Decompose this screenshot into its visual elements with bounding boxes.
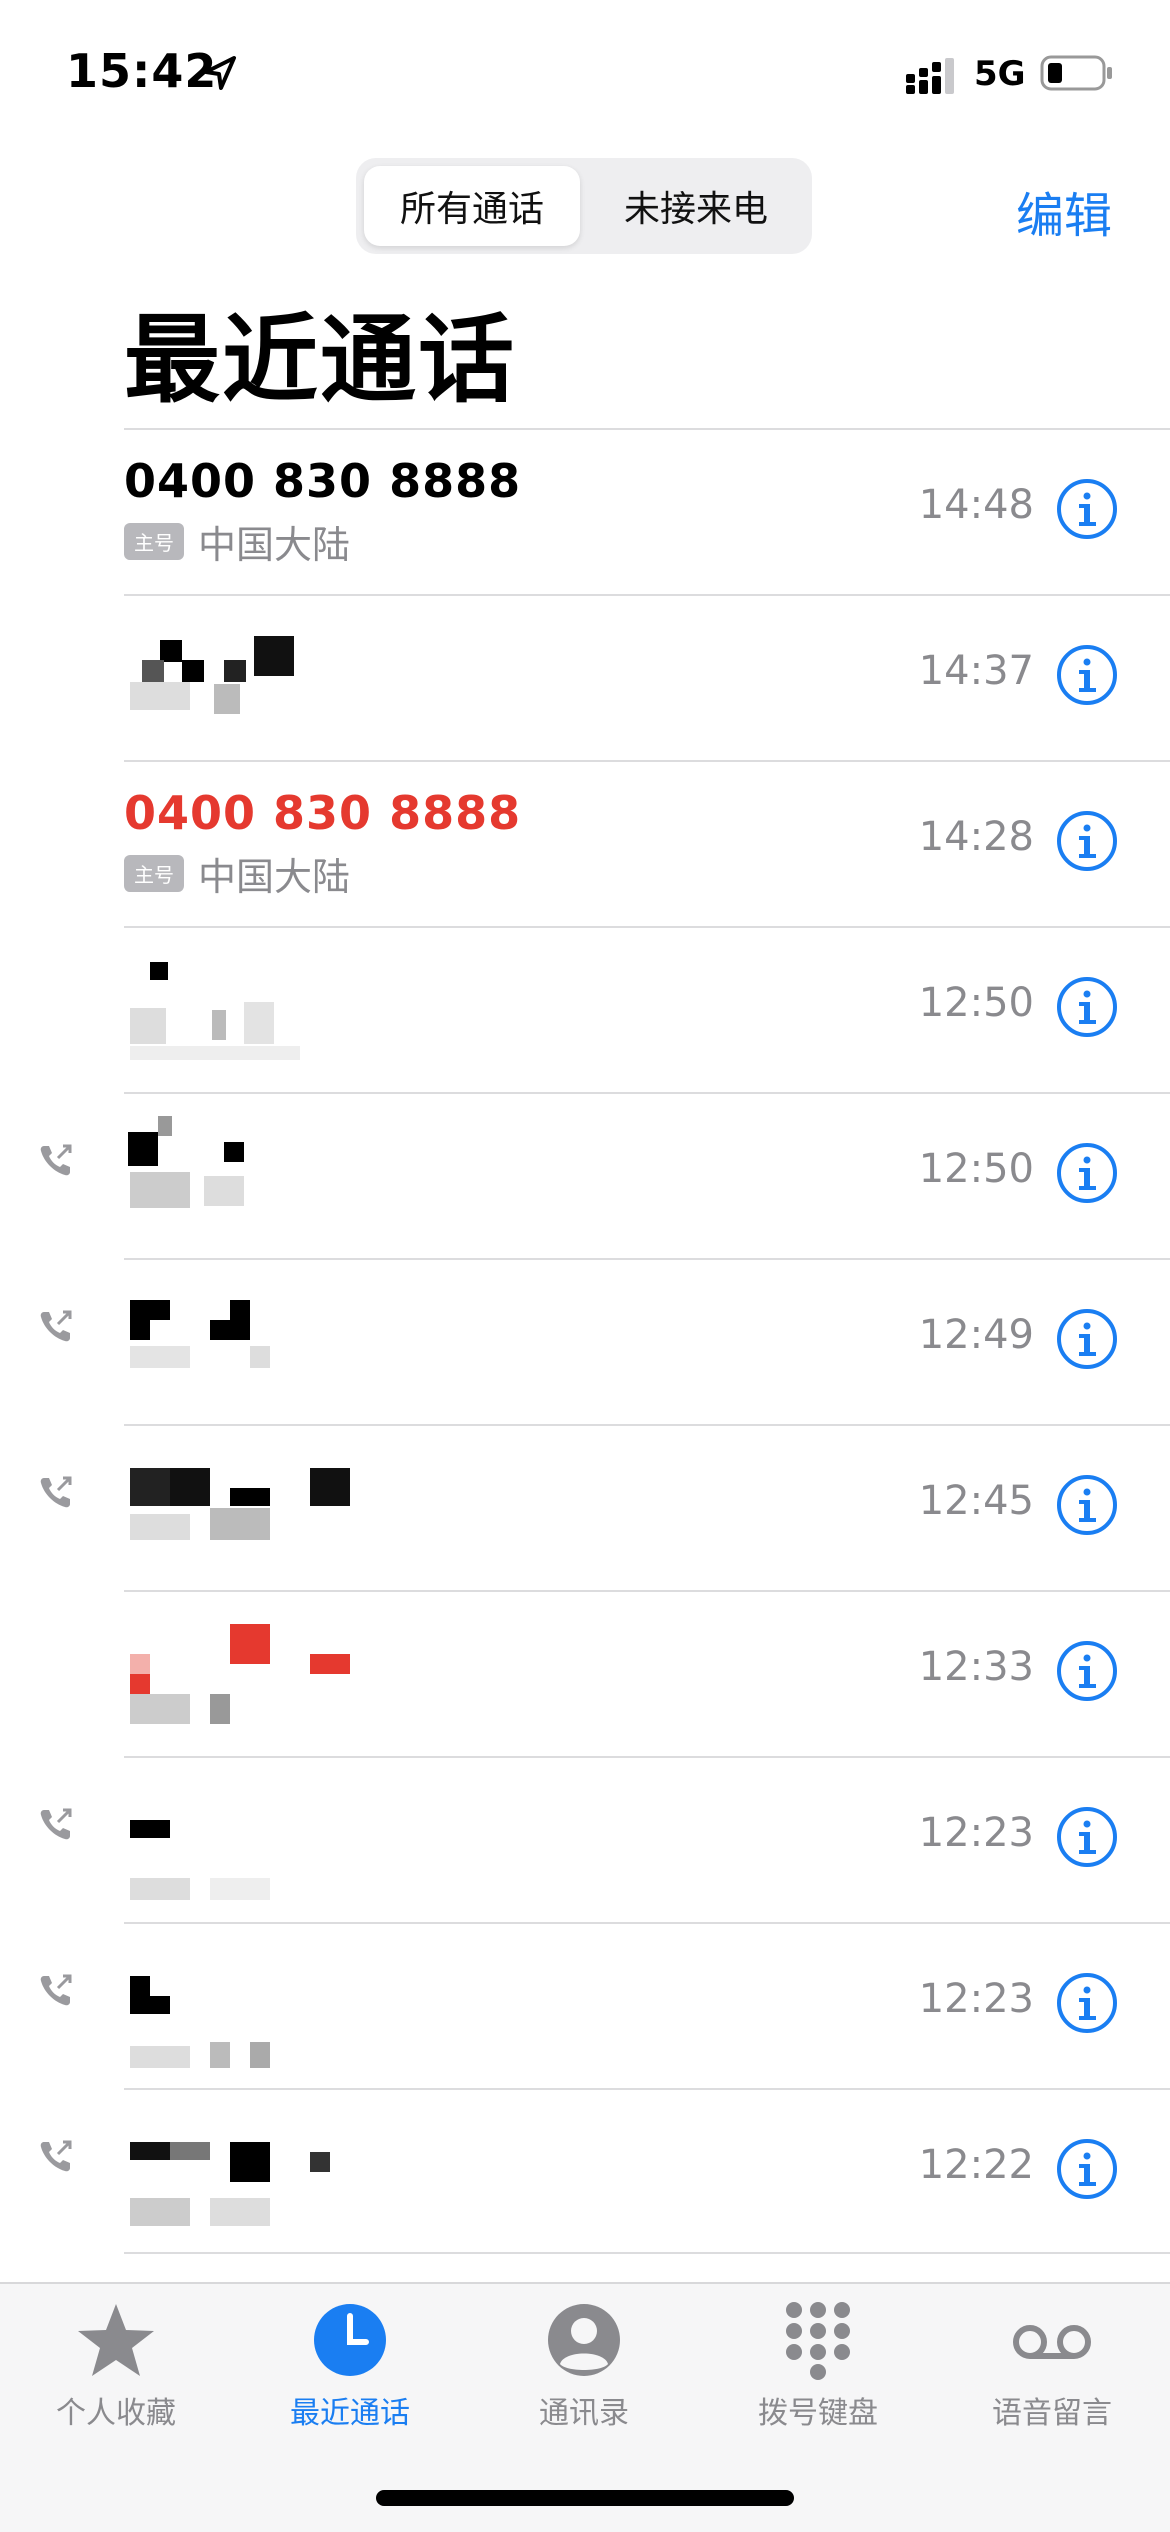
- row-divider: [124, 1756, 1170, 1758]
- tab-recents[interactable]: 最近通话: [250, 2300, 450, 2450]
- person-icon: [548, 2304, 620, 2376]
- info-icon[interactable]: [1056, 976, 1118, 1038]
- call-row[interactable]: 0400 830 8888 主号 中国大陆 14:28: [0, 760, 1170, 926]
- info-icon[interactable]: [1056, 1806, 1118, 1868]
- status-time: 15:42: [66, 44, 218, 98]
- redacted-contact-mosaic: [124, 1614, 354, 1734]
- tab-voicemail[interactable]: 语音留言: [952, 2300, 1152, 2450]
- info-icon[interactable]: [1056, 1142, 1118, 1204]
- call-time: 12:22: [918, 2142, 1034, 2188]
- call-time: 12:50: [918, 1146, 1034, 1192]
- row-divider: [124, 1424, 1170, 1426]
- segment-all-calls[interactable]: 所有通话: [364, 166, 580, 246]
- row-divider: [124, 926, 1170, 928]
- tab-label: 最近通话: [290, 2396, 410, 2431]
- row-divider: [124, 1092, 1170, 1094]
- call-row[interactable]: 12:50: [0, 1092, 1170, 1258]
- tab-label: 个人收藏: [56, 2396, 176, 2431]
- call-row[interactable]: 12:23: [0, 1756, 1170, 1922]
- redacted-contact-mosaic: [124, 950, 354, 1070]
- call-row[interactable]: 12:23: [0, 1922, 1170, 2088]
- info-icon[interactable]: [1056, 644, 1118, 706]
- info-icon[interactable]: [1056, 1308, 1118, 1370]
- row-divider: [124, 1922, 1170, 1924]
- call-time: 12:23: [918, 1810, 1034, 1856]
- location-arrow-icon: [204, 56, 236, 90]
- call-time: 12:49: [918, 1312, 1034, 1358]
- outgoing-call-icon: [40, 2140, 72, 2172]
- outgoing-call-icon: [40, 1144, 72, 1176]
- row-divider: [124, 428, 1170, 430]
- row-divider: [124, 1590, 1170, 1592]
- call-filter-segmented-control: 所有通话 未接来电: [356, 158, 812, 254]
- redacted-contact-mosaic: [124, 1780, 354, 1900]
- call-time: 14:37: [918, 648, 1034, 694]
- call-row[interactable]: 12:50: [0, 926, 1170, 1092]
- sim-badge: 主号: [124, 855, 184, 892]
- redacted-contact-mosaic: [124, 618, 354, 738]
- home-indicator[interactable]: [376, 2490, 794, 2506]
- call-row[interactable]: 0400 830 8888 主号 中国大陆 14:48: [0, 428, 1170, 594]
- tab-label: 语音留言: [992, 2396, 1112, 2431]
- star-icon: [78, 2304, 154, 2376]
- info-icon[interactable]: [1056, 1474, 1118, 1536]
- sim-badge: 主号: [124, 523, 184, 560]
- call-time: 14:48: [918, 482, 1034, 528]
- info-icon[interactable]: [1056, 1640, 1118, 1702]
- info-icon[interactable]: [1056, 1972, 1118, 2034]
- tab-favorites[interactable]: 个人收藏: [16, 2300, 216, 2450]
- redacted-contact-mosaic: [124, 1116, 354, 1236]
- row-divider: [124, 760, 1170, 762]
- info-icon[interactable]: [1056, 478, 1118, 540]
- tab-keypad[interactable]: 拨号键盘: [718, 2300, 918, 2450]
- call-row[interactable]: 12:49: [0, 1258, 1170, 1424]
- call-location: 中国大陆: [198, 523, 351, 567]
- outgoing-call-icon: [40, 1974, 72, 2006]
- recent-calls-list: 0400 830 8888 主号 中国大陆 14:48 14:37 0400 8…: [0, 428, 1170, 2254]
- call-name: 0400 830 8888: [124, 786, 522, 840]
- call-subtitle: 主号 中国大陆: [124, 846, 350, 901]
- call-time: 12:45: [918, 1478, 1034, 1524]
- keypad-icon: [786, 2302, 850, 2380]
- call-time: 12:23: [918, 1976, 1034, 2022]
- status-bar: 15:42 5G: [0, 0, 1170, 150]
- outgoing-call-icon: [40, 1310, 72, 1342]
- row-divider: [124, 594, 1170, 596]
- call-row[interactable]: 12:33: [0, 1590, 1170, 1756]
- row-divider: [124, 2252, 1170, 2254]
- row-divider: [124, 2088, 1170, 2090]
- redacted-contact-mosaic: [124, 1282, 354, 1402]
- call-time: 12:33: [918, 1644, 1034, 1690]
- redacted-contact-mosaic: [124, 2112, 354, 2232]
- call-row[interactable]: 12:45: [0, 1424, 1170, 1590]
- tab-label: 拨号键盘: [758, 2396, 878, 2431]
- call-row[interactable]: 12:22: [0, 2088, 1170, 2254]
- page-title: 最近通话: [124, 304, 516, 416]
- clock-icon: [314, 2304, 386, 2376]
- info-icon[interactable]: [1056, 810, 1118, 872]
- tab-label: 通讯录: [539, 2396, 629, 2431]
- battery-icon: [1040, 55, 1112, 91]
- edit-button[interactable]: 编辑: [1016, 176, 1112, 246]
- outgoing-call-icon: [40, 1808, 72, 1840]
- segment-missed-calls[interactable]: 未接来电: [588, 166, 804, 246]
- voicemail-icon: [1013, 2325, 1091, 2359]
- network-label: 5G: [974, 54, 1026, 94]
- call-time: 14:28: [918, 814, 1034, 860]
- redacted-contact-mosaic: [124, 1448, 354, 1568]
- tab-contacts[interactable]: 通讯录: [484, 2300, 684, 2450]
- signal-icon: [906, 58, 954, 94]
- row-divider: [124, 1258, 1170, 1260]
- call-name: 0400 830 8888: [124, 454, 522, 508]
- redacted-contact-mosaic: [124, 1946, 354, 2068]
- outgoing-call-icon: [40, 1476, 72, 1508]
- call-location: 中国大陆: [198, 855, 351, 899]
- info-icon[interactable]: [1056, 2138, 1118, 2200]
- call-time: 12:50: [918, 980, 1034, 1026]
- call-row[interactable]: 14:37: [0, 594, 1170, 760]
- call-subtitle: 主号 中国大陆: [124, 514, 350, 569]
